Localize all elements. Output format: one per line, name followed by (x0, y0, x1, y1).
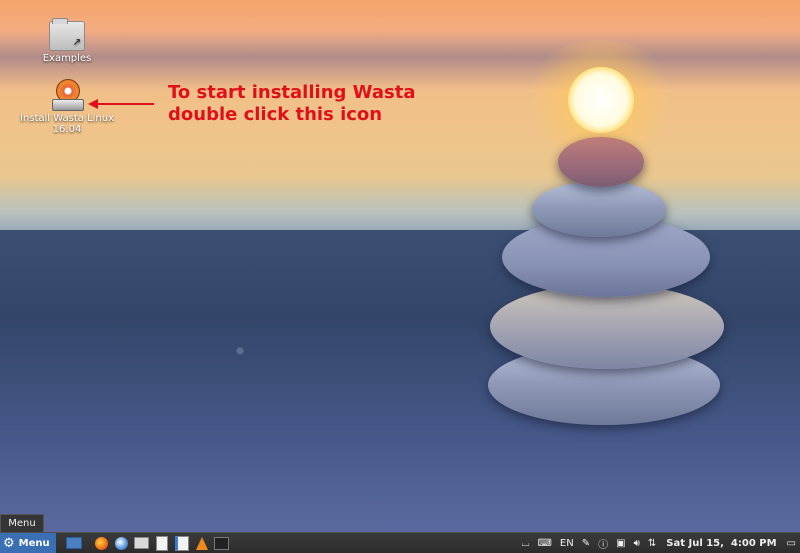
vlc-icon[interactable] (193, 534, 211, 552)
sun (568, 67, 634, 133)
gear-icon: ⚙ (3, 535, 15, 551)
stone-top (558, 137, 644, 187)
thunderbird-icon[interactable] (113, 534, 131, 552)
keyboard-icon[interactable]: ⌨ (537, 538, 551, 549)
network-icon[interactable]: ⇅ (648, 538, 656, 549)
info-icon[interactable]: ⓘ (598, 536, 608, 551)
workspace-switcher-icon[interactable]: ▭ (787, 538, 796, 549)
install-wasta-desktop-icon[interactable]: Install Wasta Linux 16.04 (17, 79, 117, 135)
annotation-arrow-line (96, 103, 154, 105)
pdf-icon[interactable] (173, 534, 191, 552)
clock[interactable]: Sat Jul 15, 4:00 PM (666, 538, 776, 549)
link-arrow-icon: ↗ (72, 37, 82, 48)
attachment-icon[interactable]: ✎ (582, 538, 590, 549)
menu-button-label: Menu (18, 537, 50, 549)
annotation-arrow-head (88, 99, 98, 109)
firefox-icon[interactable] (93, 534, 111, 552)
removable-drive-icon[interactable]: ▣ (616, 538, 625, 549)
taskbar: ⚙ Menu ⌴ ⌨ EN ✎ ⓘ ▣ 🔊︎ ⇅ Sat Jul 15, 4:0… (0, 532, 800, 553)
examples-label: Examples (42, 53, 92, 64)
terminal-icon[interactable] (213, 534, 231, 552)
window-list-icon[interactable]: ⌴ (521, 538, 529, 549)
install-wasta-label: Install Wasta Linux 16.04 (19, 113, 115, 135)
sky-haze (0, 30, 800, 90)
keyboard-layout[interactable]: EN (560, 538, 574, 549)
show-desktop-icon[interactable] (65, 534, 83, 552)
installer-icon (50, 79, 84, 111)
examples-desktop-icon[interactable]: ↗ Examples (17, 18, 117, 64)
install-instruction-annotation: To start installing Wasta double click t… (168, 82, 415, 126)
folder-icon: ↗ (49, 18, 85, 51)
volume-icon[interactable]: 🔊︎ (634, 538, 640, 549)
annotation-line-2: double click this icon (168, 104, 383, 125)
desktop-wallpaper (0, 0, 800, 532)
menu-tooltip: Menu (0, 514, 44, 534)
annotation-line-1: To start installing Wasta (168, 82, 416, 103)
files-icon[interactable] (133, 534, 151, 552)
menu-button[interactable]: ⚙ Menu (0, 533, 56, 553)
system-tray: ⌴ ⌨ EN ✎ ⓘ ▣ 🔊︎ ⇅ Sat Jul 15, 4:00 PM ▭ (517, 533, 800, 553)
stone-second (532, 181, 666, 237)
document-icon[interactable] (153, 534, 171, 552)
